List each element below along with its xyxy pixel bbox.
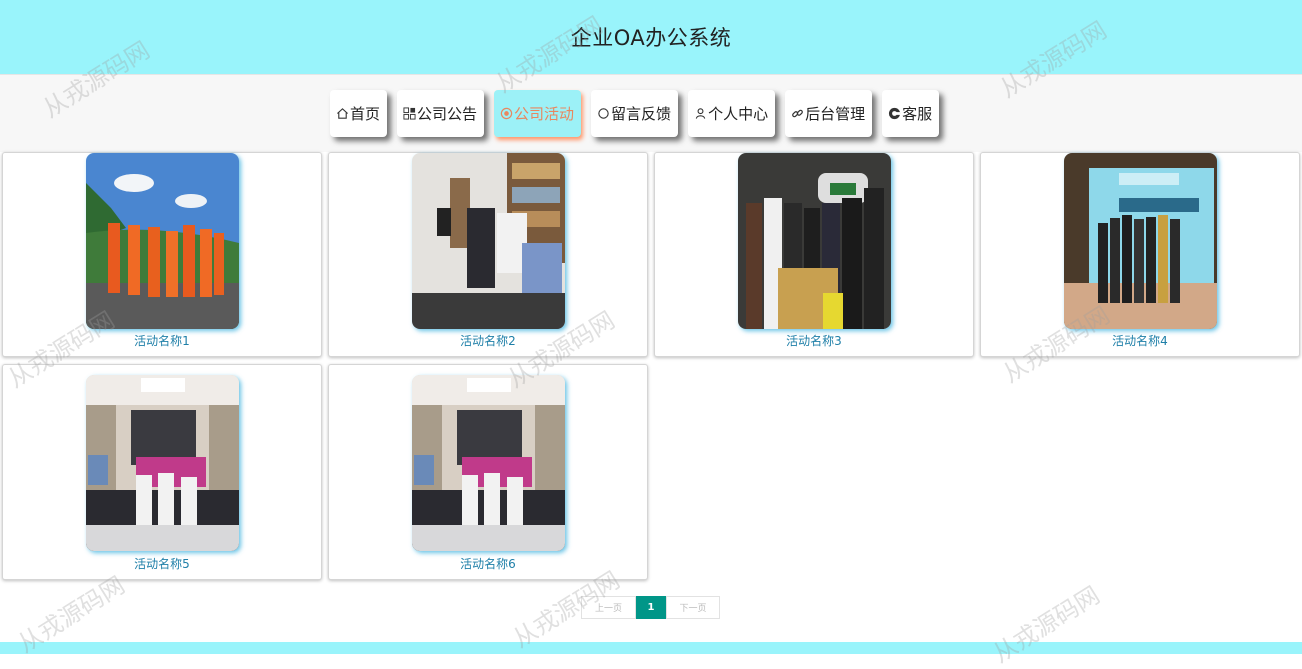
activity-card[interactable]: 活动名称4 <box>980 152 1300 357</box>
activity-name[interactable]: 活动名称2 <box>329 332 647 349</box>
activity-card[interactable]: 活动名称3 <box>654 152 974 357</box>
home-icon <box>336 107 349 120</box>
nav-bar: 首页 公司公告 公司活动 留言反馈 个人中心 后台管理 客服 <box>0 74 1302 152</box>
service-icon <box>888 107 901 120</box>
page-title: 企业OA办公系统 <box>570 26 732 50</box>
activity-card[interactable]: 活动名称6 <box>328 364 648 580</box>
nav-item-label: 留言反馈 <box>611 105 672 123</box>
page-footer <box>0 642 1302 654</box>
watermark: 从戎源码网 <box>988 580 1105 669</box>
nav-item-label: 个人中心 <box>708 105 769 123</box>
activity-name[interactable]: 活动名称5 <box>3 555 321 572</box>
apps-icon <box>403 107 416 120</box>
nav-item-label: 客服 <box>902 105 933 123</box>
nav-item-profile[interactable]: 个人中心 <box>688 90 776 137</box>
nav-item-service[interactable]: 客服 <box>882 90 940 137</box>
circle-icon <box>597 107 610 120</box>
page-header: 企业OA办公系统 <box>0 0 1302 74</box>
activity-image[interactable] <box>412 153 565 329</box>
activity-name[interactable]: 活动名称1 <box>3 332 321 349</box>
current-page-button[interactable]: 1 <box>636 596 666 619</box>
nav-item-admin[interactable]: 后台管理 <box>785 90 873 137</box>
activity-image[interactable] <box>86 375 239 551</box>
activity-name[interactable]: 活动名称6 <box>329 555 647 572</box>
nav-item-announcements[interactable]: 公司公告 <box>397 90 485 137</box>
prev-page-button[interactable]: 上一页 <box>581 596 636 619</box>
next-page-button[interactable]: 下一页 <box>666 596 720 619</box>
activity-image[interactable] <box>412 375 565 551</box>
link-icon <box>791 107 804 120</box>
nav-list: 首页 公司公告 公司活动 留言反馈 个人中心 后台管理 客服 <box>330 90 940 137</box>
nav-item-label: 公司公告 <box>417 105 478 123</box>
pagination: 上一页 1 下一页 <box>581 596 720 619</box>
activity-card[interactable]: 活动名称5 <box>2 364 322 580</box>
user-icon <box>694 107 707 120</box>
activity-card[interactable]: 活动名称1 <box>2 152 322 357</box>
nav-item-activities[interactable]: 公司活动 <box>494 90 582 137</box>
nav-item-label: 后台管理 <box>805 105 866 123</box>
activity-image[interactable] <box>86 153 239 329</box>
activity-image[interactable] <box>1064 153 1217 329</box>
activity-name[interactable]: 活动名称4 <box>981 332 1299 349</box>
nav-item-home[interactable]: 首页 <box>330 90 388 137</box>
nav-item-label: 公司活动 <box>514 105 575 123</box>
activity-image[interactable] <box>738 153 891 329</box>
nav-item-feedback[interactable]: 留言反馈 <box>591 90 679 137</box>
nav-item-label: 首页 <box>350 105 381 123</box>
activity-name[interactable]: 活动名称3 <box>655 332 973 349</box>
activity-card[interactable]: 活动名称2 <box>328 152 648 357</box>
target-icon <box>500 107 513 120</box>
